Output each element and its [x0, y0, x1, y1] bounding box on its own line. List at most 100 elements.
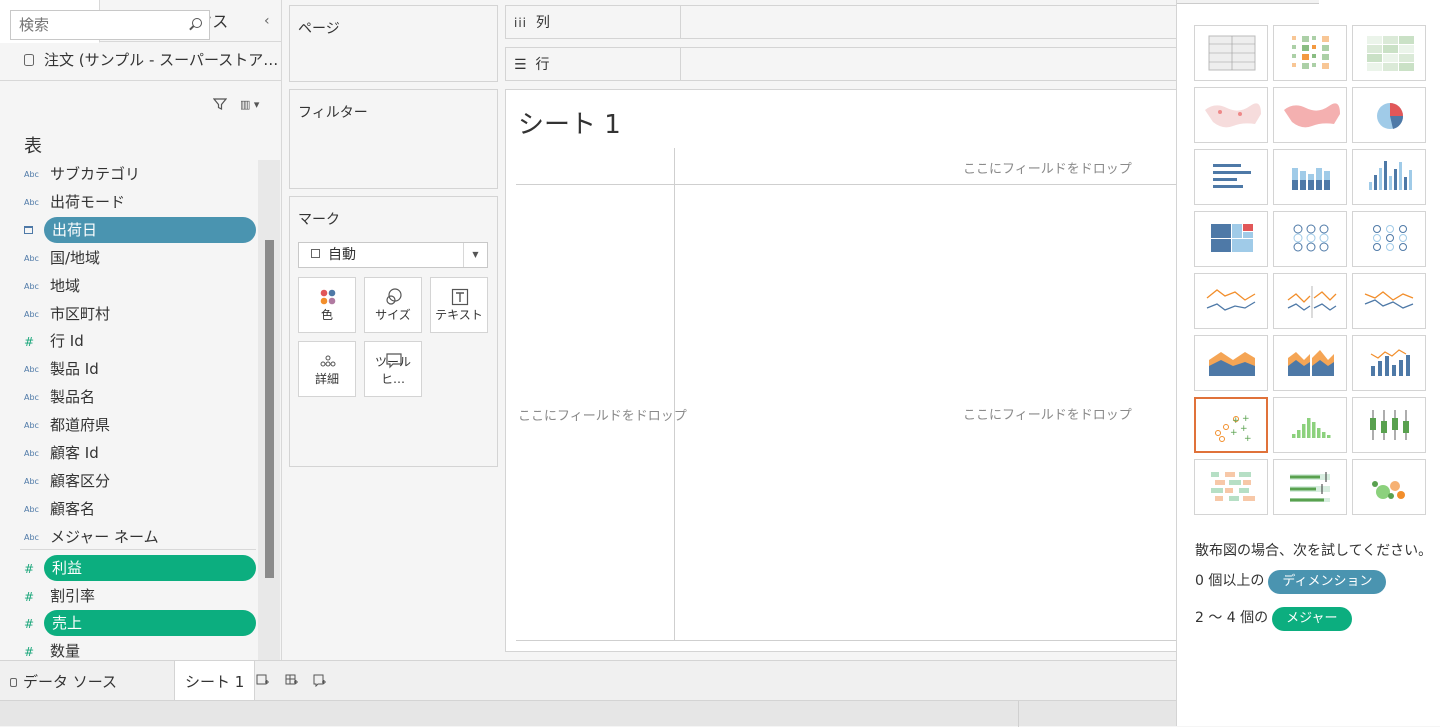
size-button[interactable]: サイズ	[364, 277, 422, 333]
string-type-icon: Abc	[24, 393, 39, 403]
circle-views-chart-button[interactable]	[1273, 211, 1347, 267]
tooltip-button[interactable]: ツールヒ…	[364, 341, 422, 397]
field-item[interactable]: # 行 Id	[20, 328, 256, 354]
dual-combination-icon	[1370, 349, 1410, 376]
field-name: 出荷日	[44, 216, 256, 243]
side-by-side-circles-icon	[1373, 225, 1407, 251]
dual-combination-chart-button[interactable]	[1352, 335, 1426, 391]
discrete-lines-icon	[1287, 286, 1337, 318]
text-button[interactable]: テキスト	[430, 277, 488, 333]
drop-zone-rows[interactable]: ここにフィールドをドロップ	[518, 405, 687, 424]
field-item[interactable]: Abc 顧客名	[20, 496, 256, 522]
columns-drop-area[interactable]	[680, 6, 1178, 38]
field-item[interactable]: Abc 地域	[20, 273, 256, 299]
field-name: 製品名	[50, 388, 96, 407]
field-item[interactable]: # 売上	[20, 610, 256, 637]
string-type-icon: Abc	[24, 197, 39, 207]
search-input[interactable]	[10, 10, 210, 40]
rows-drop-area[interactable]	[680, 48, 1178, 80]
field-item[interactable]: Abc メジャー ネーム	[20, 524, 256, 550]
area-continuous-chart-button[interactable]	[1194, 335, 1268, 391]
field-item[interactable]: Abc 製品 Id	[20, 356, 256, 382]
discrete-lines-chart-button[interactable]	[1273, 273, 1347, 329]
show-me-pane: + + + + + 散布図の場合、次を試してください。 0 個以上の ディメンション 2 …	[1176, 0, 1440, 726]
string-type-icon: Abc	[24, 504, 39, 514]
side-by-side-bars-chart-button[interactable]	[1352, 149, 1426, 205]
highlight-table-chart-button[interactable]	[1352, 25, 1426, 81]
detail-icon	[320, 355, 336, 367]
search-icon[interactable]	[192, 18, 202, 28]
show-me-hint-measures: 2 ～ 4 個の メジャー	[1195, 607, 1352, 631]
field-item[interactable]: Abc サブカテゴリ	[20, 161, 256, 187]
filters-label: フィルター	[298, 105, 368, 121]
gantt-chart-chart-button[interactable]	[1194, 459, 1268, 515]
bullet-graph-chart-button[interactable]	[1273, 459, 1347, 515]
number-type-icon: #	[24, 617, 35, 632]
scrollbar-thumb[interactable]	[265, 240, 274, 578]
field-item[interactable]: Abc 出荷モード	[20, 189, 256, 215]
filled-map-chart-button[interactable]	[1273, 87, 1347, 143]
datasource-tab[interactable]: データ ソース	[10, 661, 117, 701]
mark-type-value: 自動	[328, 247, 356, 263]
field-item[interactable]: # 割引率	[20, 583, 256, 609]
treemap-chart-button[interactable]	[1194, 211, 1268, 267]
automatic-mark-icon	[311, 249, 320, 258]
new-dashboard-icon[interactable]	[285, 674, 299, 687]
datasource-item[interactable]: 注文 (サンプル - スーパーストア…	[24, 49, 278, 70]
show-me-header	[1177, 0, 1319, 4]
field-name: 割引率	[50, 586, 96, 605]
field-item[interactable]: Abc 製品名	[20, 384, 256, 410]
field-item[interactable]: Abc 顧客区分	[20, 468, 256, 494]
number-type-icon: #	[24, 335, 35, 350]
field-item[interactable]: Abc 国/地域	[20, 245, 256, 271]
sheet-tab-1[interactable]: シート 1	[174, 661, 256, 701]
scatter-plot-chart-button[interactable]: + + + + +	[1194, 397, 1268, 453]
packed-bubbles-chart-button[interactable]	[1352, 459, 1426, 515]
new-worksheet-icon[interactable]	[256, 674, 270, 687]
area-discrete-chart-button[interactable]	[1273, 335, 1347, 391]
detail-button[interactable]: 詳細	[298, 341, 356, 397]
worksheet-canvas: シート 1 ここにフィールドをドロップ ここにフィールドをドロップ ここにフィー…	[505, 89, 1178, 652]
continuous-lines-chart-button[interactable]	[1194, 273, 1268, 329]
color-button[interactable]: 色	[298, 277, 356, 333]
horizontal-bars-icon	[1213, 164, 1251, 188]
string-type-icon: Abc	[24, 281, 39, 291]
field-item[interactable]: Abc 市区町村	[20, 301, 256, 327]
field-name: 都道府県	[50, 416, 111, 435]
sheet-title[interactable]: シート 1	[518, 104, 621, 141]
drop-zone-columns[interactable]: ここにフィールドをドロップ	[963, 158, 1132, 177]
side-by-side-circles-chart-button[interactable]	[1352, 211, 1426, 267]
pages-shelf[interactable]: ページ	[289, 5, 498, 82]
number-type-icon: #	[24, 589, 35, 604]
string-type-icon: Abc	[24, 365, 39, 375]
heat-map-chart-button[interactable]	[1273, 25, 1347, 81]
pie-chart-chart-button[interactable]	[1352, 87, 1426, 143]
collapse-pane-icon[interactable]: ‹	[264, 13, 270, 29]
horizontal-bars-chart-button[interactable]	[1194, 149, 1268, 205]
text-table-chart-button[interactable]	[1194, 25, 1268, 81]
field-item[interactable]: Abc 顧客 Id	[20, 440, 256, 466]
field-name: 製品 Id	[50, 360, 99, 379]
field-name: サブカテゴリ	[50, 165, 141, 183]
box-and-whisker-chart-button[interactable]	[1352, 397, 1426, 453]
field-item[interactable]: 出荷日	[20, 216, 256, 243]
filters-shelf[interactable]: フィルター	[289, 89, 498, 189]
field-item[interactable]: Abc 都道府県	[20, 412, 256, 438]
stacked-bars-chart-button[interactable]	[1273, 149, 1347, 205]
svg-text:+: +	[1242, 414, 1250, 424]
field-name: 顧客 Id	[50, 444, 99, 462]
dual-lines-chart-button[interactable]	[1352, 273, 1426, 329]
bottom-divider	[516, 640, 1178, 641]
string-type-icon: Abc	[24, 170, 39, 179]
histogram-chart-button[interactable]	[1273, 397, 1347, 453]
new-story-icon[interactable]	[313, 674, 327, 687]
pie-chart-icon	[1377, 103, 1404, 129]
view-options-icon[interactable]: ▥ ▾	[240, 98, 259, 111]
drop-zone-view[interactable]: ここにフィールドをドロップ	[963, 404, 1132, 423]
field-name: 売上	[44, 610, 256, 637]
field-item[interactable]: # 利益	[20, 554, 256, 581]
symbol-map-chart-button[interactable]	[1194, 87, 1268, 143]
mark-type-select[interactable]: 自動 ▼	[298, 242, 488, 268]
filter-icon[interactable]	[213, 97, 227, 111]
stacked-bars-icon	[1292, 168, 1330, 190]
